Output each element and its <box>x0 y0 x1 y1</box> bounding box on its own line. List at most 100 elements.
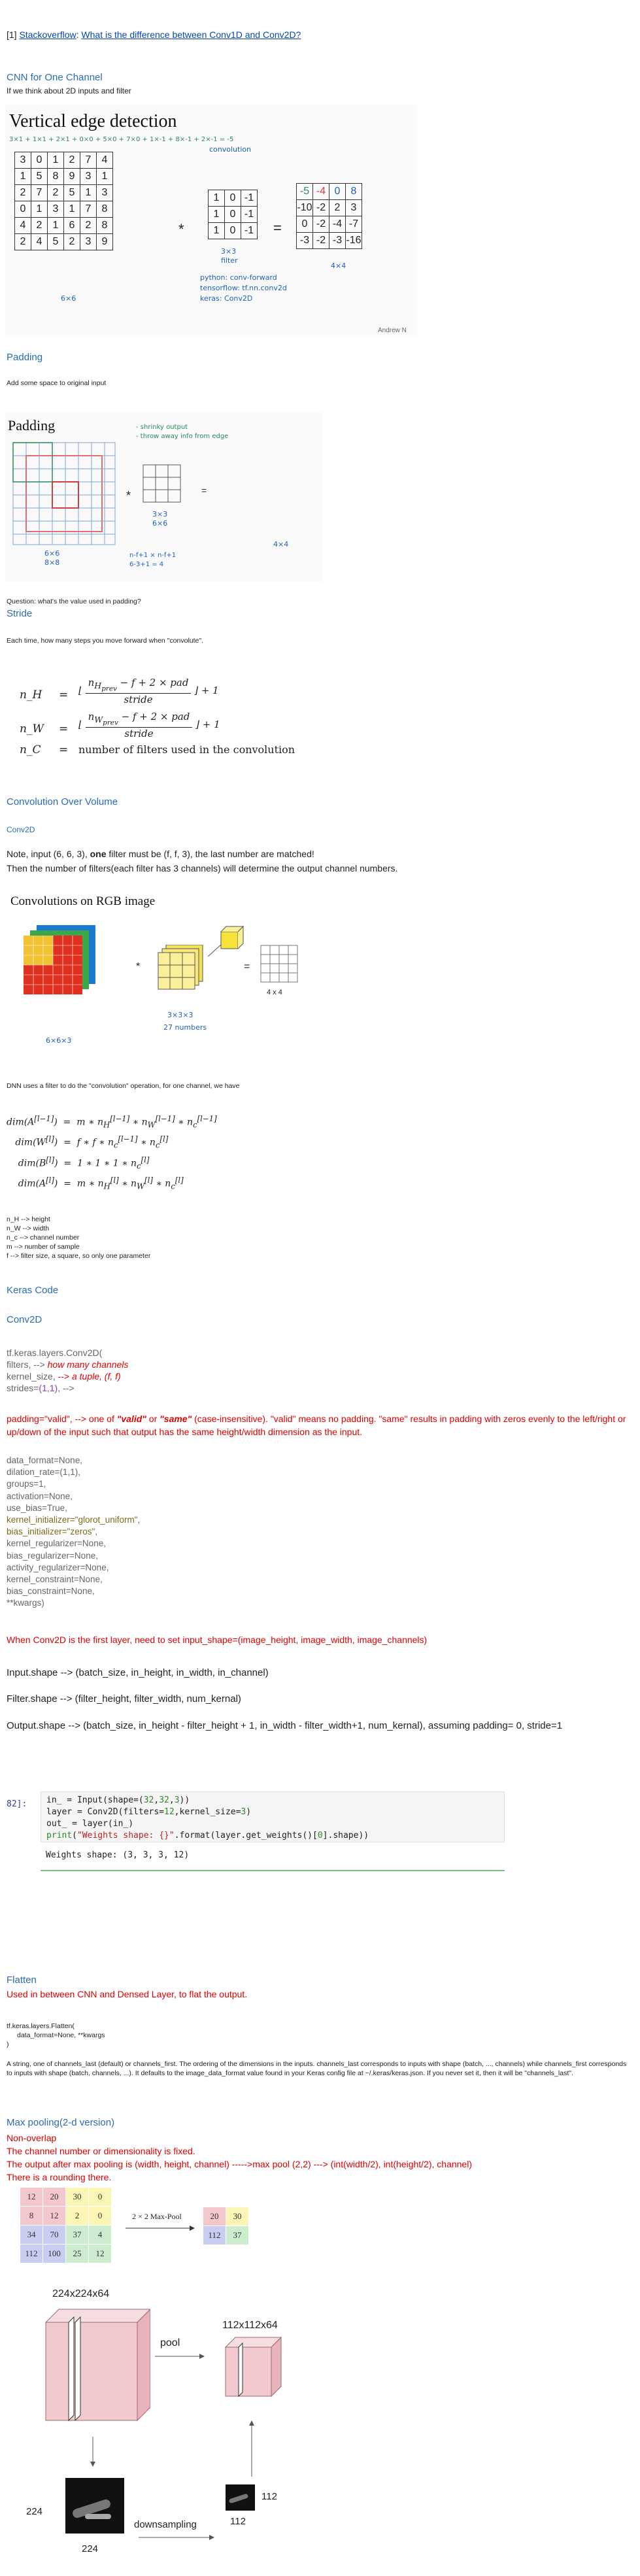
rgb-output-grid <box>260 945 298 983</box>
maxpool-out-row: 20 30 <box>203 2207 249 2226</box>
stride-desc: Each time, how many steps you move forwa… <box>7 637 204 645</box>
def-3: m --> number of sample <box>7 1243 80 1251</box>
vedge-filter-row: 1 0 -1 <box>208 222 258 239</box>
vedge-input-cell: 5 <box>47 233 64 250</box>
pool-dim-112-b: 112 <box>230 2516 246 2527</box>
vedge-input-cell: 2 <box>14 233 31 250</box>
downsample-arrow-icon <box>139 2535 214 2540</box>
maxpool-out-cell: 37 <box>226 2226 249 2245</box>
flatten-sub: Used in between CNN and Densed Layer, to… <box>7 1989 248 1999</box>
vedge-output-cell: -2 <box>312 216 329 233</box>
vedge-input-cell: 8 <box>96 217 113 234</box>
maxpool-in-row: 112 100 25 12 <box>20 2244 112 2263</box>
dim-defs: n_H --> height n_W --> width n_c --> cha… <box>7 1215 150 1261</box>
vedge-output-cell: 3 <box>345 199 362 216</box>
keras-kernel-size: kernel_size, --> a tuple, (f, f) <box>7 1371 121 1381</box>
nw-lhs: n_W <box>20 722 44 736</box>
code-line: in_ = Input(shape=(32,32,3)) <box>46 1795 190 1805</box>
dim-a: dim(A[l−1]) = m ∗ nH[l−1] ∗ nW[l−1] ∗ nc… <box>7 1114 217 1130</box>
conv1d-conv2d-link[interactable]: What is the difference between Conv1D an… <box>81 29 301 40</box>
padding-in-size-a: 6×6 <box>44 549 60 558</box>
maxpool-in-cell: 0 <box>88 2206 112 2226</box>
code-cell[interactable]: in_ = Input(shape=(32,32,3)) layer = Con… <box>41 1791 505 1842</box>
vedge-output-cell: -3 <box>296 232 313 249</box>
vedge-output-cell: 0 <box>296 216 313 233</box>
conv-volume-note-2: Then the number of filters(each filter h… <box>7 863 398 873</box>
vedge-input-cell: 7 <box>31 184 48 201</box>
vedge-input-cell: 7 <box>80 201 97 218</box>
maxpool-op-label: 2 × 2 Max-Pool <box>132 2212 182 2221</box>
def-1: n_W --> width <box>7 1225 50 1232</box>
keras-first-layer-note: When Conv2D is the first layer, need to … <box>7 1635 428 1645</box>
vedge-input-cell: 2 <box>14 184 31 201</box>
rgb-in-label: 6×6×3 <box>46 1036 72 1045</box>
vedge-input-row: 013178 <box>14 201 113 218</box>
cell-divider <box>41 1870 505 1871</box>
stride-formulas: n_H = ⌊ nHprev − f + 2 × pad stride ⌋ + 1… <box>7 670 399 756</box>
vedge-input-cell: 4 <box>96 152 113 169</box>
keras-param: **kwargs) <box>7 1598 44 1608</box>
rgb-conv-image: Convolutions on RGB image 6×6×3 * 3×3×3 … <box>5 889 319 1053</box>
keras-output-shape: Output.shape --> (batch_size, in_height … <box>7 1720 563 1731</box>
pool-diagram: 224x224x64 pool 112x112x64 224 224 downs… <box>26 2288 301 2569</box>
rgb-star-icon: * <box>136 961 141 972</box>
padding-img-title: Padding <box>8 417 56 433</box>
maxpool-in-cell: 100 <box>42 2244 66 2263</box>
padding-formula-a: n-f+1 × n-f+1 <box>129 552 177 559</box>
vedge-input-grid: 301274158931272513013178421628245239 <box>14 152 113 250</box>
def-2: n_c --> channel number <box>7 1234 80 1242</box>
vedge-input-cell: 9 <box>96 233 113 250</box>
keras-param: kernel_regularizer=None, <box>7 1538 106 1549</box>
padding-formula-b: 6-3+1 = 4 <box>129 561 164 568</box>
maxpool-l4: There is a rounding there. <box>7 2172 112 2182</box>
conv-volume-heading: Convolution Over Volume <box>7 796 118 807</box>
nc-rhs: number of filters used in the convolutio… <box>78 743 295 756</box>
vedge-input-cell: 1 <box>80 184 97 201</box>
vedge-output-cell: -4 <box>329 216 346 233</box>
vedge-input-cell: 0 <box>31 152 48 169</box>
keras-heading: Keras Code <box>7 1285 59 1296</box>
nc-lhs: n_C <box>20 743 41 756</box>
vedge-input-cell: 8 <box>47 168 64 185</box>
vedge-input-cell: 4 <box>31 233 48 250</box>
vedge-title: Vertical edge detection <box>9 111 177 131</box>
flatten-code-3: ) <box>7 2041 9 2048</box>
maxpool-in-cell: 25 <box>65 2244 89 2263</box>
vedge-output-cell: -7 <box>345 216 362 233</box>
padding-question: Question: what's the value used in paddi… <box>7 598 141 605</box>
vedge-input-cell: 4 <box>14 217 31 234</box>
keras-line-1: tf.keras.layers.Conv2D( <box>7 1347 103 1358</box>
vedge-output-row: -10 -2 2 3 <box>296 199 362 216</box>
vedge-filter-cell: 1 <box>208 206 225 223</box>
vedge-input-cell: 2 <box>31 217 48 234</box>
keras-param: use_bias=True, <box>7 1502 67 1513</box>
vedge-python-note: python: conv-forward <box>200 273 277 282</box>
def-4: f --> filter size, a square, so only one… <box>7 1252 151 1260</box>
vedge-input-size: 6×6 <box>61 294 76 303</box>
def-0: n_H --> height <box>7 1215 50 1223</box>
maxpool-input-grid: 12 20 30 0 8 12 2 0 34 70 37 4 112 100 25 12 <box>20 2187 112 2263</box>
pool-dim-224-b: 224 <box>82 2543 99 2554</box>
down-arrow-icon <box>90 2437 95 2467</box>
vedge-input-row: 272513 <box>14 184 113 201</box>
keras-filter-shape: Filter.shape --> (filter_height, filter_… <box>7 1693 241 1704</box>
vedge-filter-grid: 1 0 -1 1 0 -1 1 0 -1 <box>208 190 258 239</box>
conv-star-icon: * <box>178 221 184 237</box>
flatten-heading: Flatten <box>7 1974 37 1986</box>
keras-param: activation=None, <box>7 1491 73 1501</box>
rgb-out-label: 4 x 4 <box>267 989 282 996</box>
vedge-input-cell: 2 <box>63 152 80 169</box>
vedge-input-cell: 5 <box>31 168 48 185</box>
vedge-input-cell: 2 <box>80 217 97 234</box>
vedge-output-cell: -5 <box>296 183 313 200</box>
maxpool-out-row: 112 37 <box>203 2226 249 2245</box>
vedge-input-cell: 9 <box>63 168 80 185</box>
keras-input-shape: Input.shape --> (batch_size, in_height, … <box>7 1667 269 1678</box>
vedge-input-cell: 6 <box>63 217 80 234</box>
stackoverflow-link[interactable]: Stackoverflow <box>19 29 76 40</box>
vedge-input-cell: 2 <box>63 233 80 250</box>
vedge-filter-cell: 0 <box>224 222 241 239</box>
vedge-input-cell: 3 <box>96 184 113 201</box>
vedge-output-cell: -2 <box>312 232 329 249</box>
vedge-output-grid: -5 -4 0 8 -10 -2 2 3 0 -2 -4 -7 -3 -2 -3 -16 <box>296 183 362 249</box>
